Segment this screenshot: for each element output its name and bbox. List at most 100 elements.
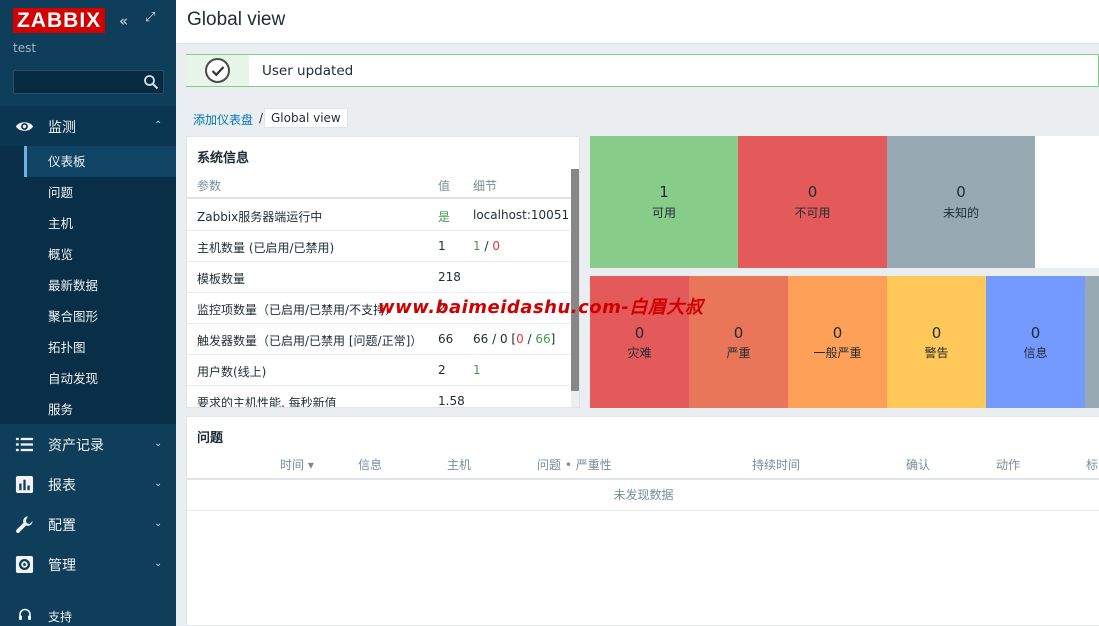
sidebar: ZABBIX « ⤢ test 监测 ⌃ 仪表板 问题 主机 概览 最新数据 聚… (0, 0, 176, 626)
host-tile-total[interactable] (1035, 136, 1099, 268)
problems-widget: 问题 时间 ▾ 信息 主机 问题 • 严重性 持续时间 确认 动作 标 未发现数… (186, 416, 1099, 626)
tile-label: 灾难 (627, 346, 652, 360)
severity-tile-not-classified[interactable] (1085, 276, 1099, 408)
row-param: Zabbix服务器端运行中 (197, 210, 323, 224)
kiosk-mode-icon[interactable]: ⤢ (145, 10, 155, 25)
monitoring-submenu: 仪表板 问题 主机 概览 最新数据 聚合图形 拓扑图 自动发现 服务 (0, 146, 176, 424)
column-header-problem-severity: 问题 • 严重性 (537, 458, 612, 472)
submenu-item-screens[interactable]: 聚合图形 (27, 301, 176, 332)
submenu-item-problems[interactable]: 问题 (27, 177, 176, 208)
row-param: 用户数(线上) (197, 365, 267, 379)
menu-administration[interactable]: 管理 ⌄ (0, 544, 176, 584)
submenu-item-dashboard[interactable]: 仪表板 (27, 146, 176, 177)
gear-icon (15, 555, 34, 574)
breadcrumb-separator: / (259, 111, 264, 125)
scrollbar[interactable] (571, 169, 579, 407)
detail-separator: / (523, 332, 536, 346)
zabbix-logo[interactable]: ZABBIX (13, 8, 106, 33)
row-param: 监控项数量（已启用/已禁用/不支持） (197, 303, 398, 317)
table-row: 用户数(线上) 2 1 (187, 355, 572, 386)
tile-count: 0 (634, 324, 645, 342)
headset-icon (19, 608, 31, 620)
server-name: test (13, 41, 37, 55)
chevron-down-icon: ⌄ (154, 478, 163, 489)
column-header-info: 信息 (358, 458, 383, 472)
support-label: 支持 (48, 610, 73, 624)
breadcrumb-current-dashboard[interactable]: Global view (264, 108, 348, 128)
submenu-item-hosts[interactable]: 主机 (27, 208, 176, 239)
host-tile-unknown[interactable]: 0 未知的 (887, 136, 1035, 268)
submenu-item-overview[interactable]: 概览 (27, 239, 176, 270)
table-header: 时间 ▾ 信息 主机 问题 • 严重性 持续时间 确认 动作 标 (187, 449, 1099, 480)
tile-count: 1 (659, 183, 669, 201)
severity-tile-average[interactable]: 0 一般严重 (788, 276, 887, 408)
tile-label: 一般严重 (813, 346, 862, 360)
message-text: User updated (262, 63, 354, 79)
collapse-sidebar-icon[interactable]: « (119, 12, 128, 30)
column-header-time[interactable]: 时间 ▾ (280, 456, 314, 473)
wrench-icon (16, 516, 33, 533)
column-header-host: 主机 (447, 458, 472, 472)
table-row: 触发器数量（已启用/已禁用 [问题/正常]） 66 66 / 0 [0 / 66… (187, 324, 572, 355)
widget-title: 系统信息 (197, 151, 250, 166)
tile-count: 0 (832, 324, 843, 342)
column-header-ack: 确认 (906, 458, 931, 472)
row-value: 218 (438, 270, 461, 284)
chevron-down-icon: ⌄ (154, 518, 163, 529)
scrollbar-thumb[interactable] (571, 169, 579, 391)
detail-bracket: ] (550, 332, 556, 346)
menu-monitoring[interactable]: 监测 ⌃ (0, 106, 176, 146)
menu-reports[interactable]: 报表 ⌄ (0, 464, 176, 504)
page-header: Global view (176, 0, 1099, 44)
menu-configuration-label: 配置 (48, 518, 76, 534)
menu-inventory-label: 资产记录 (48, 438, 104, 454)
search-box[interactable] (13, 70, 164, 94)
table-row: 主机数量 (已启用/已禁用) 1 1 / 0 (187, 231, 572, 262)
submenu-item-latest-data[interactable]: 最新数据 (27, 270, 176, 301)
severity-tile-high[interactable]: 0 严重 (689, 276, 788, 408)
column-header-details: 细节 (473, 179, 498, 193)
column-header-tags: 标 (1086, 458, 1099, 472)
host-tile-available[interactable]: 1 可用 (590, 136, 738, 268)
tile-count: 0 (733, 324, 744, 342)
menu-inventory[interactable]: 资产记录 ⌄ (0, 424, 176, 464)
row-value: 66 (438, 332, 454, 346)
chevron-up-icon: ⌃ (154, 120, 163, 131)
row-detail: localhost:10051 (473, 208, 570, 222)
submenu-item-services[interactable]: 服务 (27, 394, 176, 425)
row-detail: 1 (473, 363, 481, 377)
row-value: 1 (438, 239, 446, 253)
host-tile-not-available[interactable]: 0 不可用 (738, 136, 887, 268)
disabled-count: 0 (492, 239, 500, 253)
message-icon-area (186, 55, 249, 86)
menu-administration-label: 管理 (48, 558, 76, 574)
row-param: 要求的主机性能, 每秒新值 (197, 396, 337, 408)
table-row: 要求的主机性能, 每秒新值 1.58 (187, 386, 572, 408)
menu-configuration[interactable]: 配置 ⌄ (0, 504, 176, 544)
column-header-duration: 持续时间 (752, 458, 801, 472)
search-icon[interactable] (143, 74, 159, 90)
tile-label: 可用 (651, 206, 676, 220)
list-icon (15, 437, 34, 452)
submenu-item-maps[interactable]: 拓扑图 (27, 332, 176, 363)
trigger-counts: 66 / 0 [ (473, 332, 517, 346)
column-header-parameter: 参数 (197, 179, 222, 193)
menu-reports-label: 报表 (48, 478, 76, 494)
menu-support[interactable]: 支持 (0, 603, 176, 626)
row-value: 1.58 (438, 394, 465, 408)
severity-tile-information[interactable]: 0 信息 (986, 276, 1085, 408)
row-detail: 66 / 0 [0 / 66] (473, 332, 555, 346)
row-param: 触发器数量（已启用/已禁用 [问题/正常]） (197, 334, 423, 348)
host-availability-widget: 1 可用 0 不可用 0 未知的 (590, 136, 1099, 268)
breadcrumb-dashboards-link[interactable]: 添加仪表盘 (193, 111, 253, 128)
search-input[interactable] (14, 71, 139, 93)
tile-label: 不可用 (794, 206, 831, 220)
tile-count: 0 (807, 183, 818, 201)
row-param: 模板数量 (197, 272, 246, 286)
eye-icon (15, 122, 34, 131)
problem-count: 0 (516, 332, 524, 346)
success-message: User updated (186, 54, 1099, 87)
submenu-item-discovery[interactable]: 自动发现 (27, 363, 176, 394)
severity-tile-warning[interactable]: 0 警告 (887, 276, 986, 408)
enabled-count: 1 (473, 239, 481, 253)
